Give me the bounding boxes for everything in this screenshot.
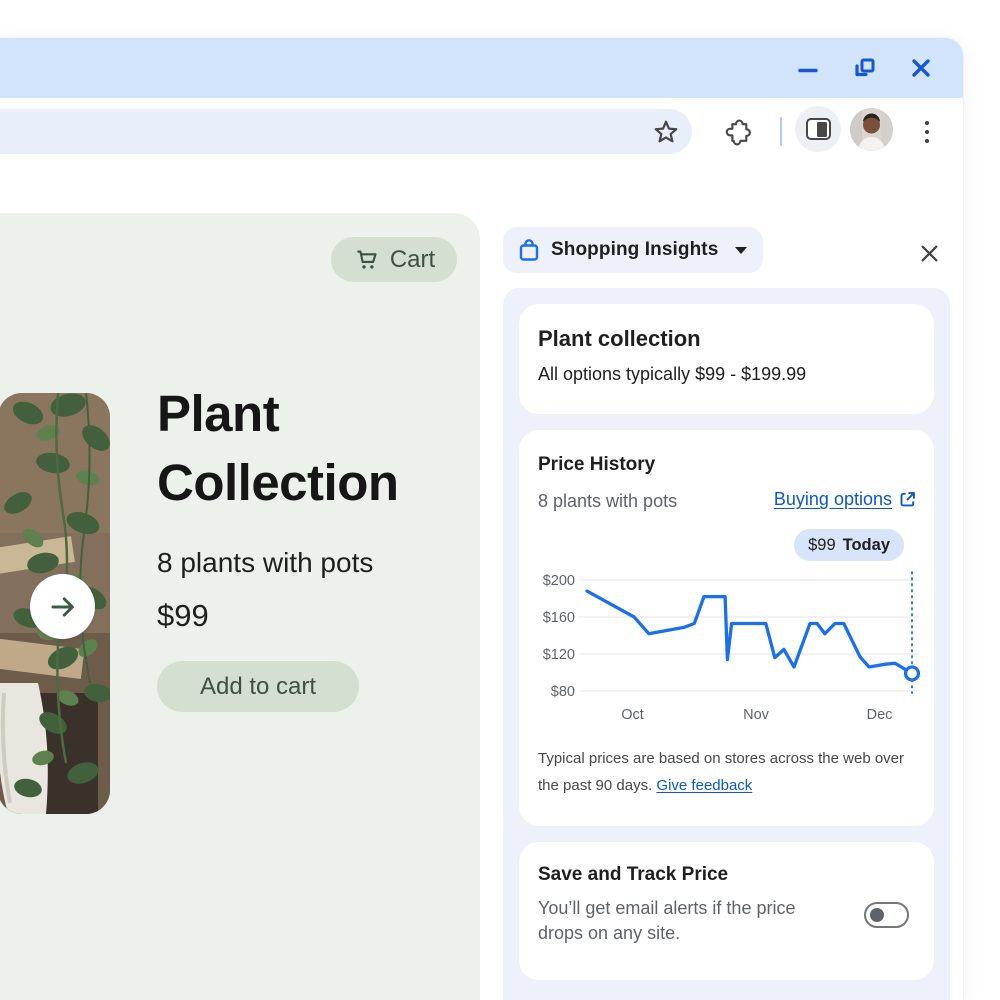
- price-history-chart: $200 $160 $120 $80 Oct Nov Dec: [527, 566, 927, 734]
- close-window-button[interactable]: [899, 38, 943, 98]
- overview-title: Plant collection: [538, 326, 701, 351]
- profile-avatar[interactable]: [850, 108, 893, 151]
- arrow-right-icon: [51, 596, 74, 617]
- panel-title: Shopping Insights: [551, 239, 719, 260]
- browser-toolbar: [0, 98, 963, 165]
- overview-price-range: All options typically $99 - $199.99: [538, 364, 807, 384]
- product-price: $99: [157, 598, 209, 633]
- address-bar[interactable]: [0, 109, 692, 154]
- give-feedback-link[interactable]: Give feedback: [656, 777, 752, 794]
- svg-text:Dec: Dec: [867, 707, 893, 723]
- kebab-dot: [924, 120, 930, 126]
- page-content: Cart Plant Collection 8 plants with pots…: [0, 165, 963, 1000]
- restore-button[interactable]: [842, 38, 886, 98]
- panel-close-icon: [921, 245, 937, 261]
- overview-card: Plant collection All options typically $…: [519, 304, 934, 414]
- minimize-icon: [798, 68, 818, 73]
- buying-options-link[interactable]: Buying options: [774, 489, 917, 510]
- track-price-description: You’ll get email alerts if the price dro…: [538, 898, 796, 943]
- shopping-bag-icon: [519, 239, 539, 261]
- price-history-title: Price History: [538, 454, 656, 475]
- title-bar: [0, 38, 963, 98]
- buying-options-label: Buying options: [773, 489, 892, 509]
- browser-menu-button[interactable]: [916, 114, 938, 150]
- track-price-card: Save and Track Price You’ll get email al…: [519, 842, 934, 980]
- minimize-button[interactable]: [786, 38, 830, 98]
- close-window-icon: [912, 59, 930, 77]
- svg-text:$200: $200: [543, 573, 575, 589]
- track-price-title: Save and Track Price: [538, 864, 729, 885]
- chevron-down-icon: [735, 246, 748, 254]
- today-price-label: Today: [842, 535, 890, 554]
- svg-text:$160: $160: [543, 610, 575, 626]
- add-to-cart-label: Add to cart: [199, 672, 317, 700]
- svg-text:Oct: Oct: [621, 707, 644, 723]
- today-price-badge: $99 Today: [794, 529, 904, 561]
- cart-button[interactable]: Cart: [331, 237, 457, 282]
- panel-close-button[interactable]: [914, 238, 944, 268]
- product-title: Plant Collection: [157, 379, 399, 517]
- product-title-line1: Plant: [157, 385, 280, 442]
- panel-body: Plant collection All options typically $…: [503, 288, 950, 1000]
- product-title-line2: Collection: [157, 454, 399, 511]
- price-history-card: Price History 8 plants with pots Buying …: [519, 430, 934, 826]
- today-price-value: $99: [808, 535, 836, 554]
- side-panel-toggle-button[interactable]: [795, 106, 841, 152]
- bookmark-button[interactable]: [648, 114, 684, 150]
- track-price-toggle[interactable]: [864, 902, 909, 928]
- restore-icon: [854, 58, 874, 76]
- panel-title-dropdown[interactable]: Shopping Insights: [503, 227, 764, 273]
- next-image-button[interactable]: [30, 574, 95, 639]
- avatar-image: [850, 108, 893, 151]
- shopping-insights-panel: Shopping Insights Plant collection All o…: [481, 165, 963, 1000]
- svg-text:$120: $120: [543, 647, 575, 663]
- price-history-subtitle: 8 plants with pots: [538, 491, 678, 511]
- product-subtitle: 8 plants with pots: [157, 547, 374, 578]
- side-panel-icon: [805, 118, 831, 140]
- external-link-icon: [900, 492, 915, 507]
- screenshot-stage: Cart Plant Collection 8 plants with pots…: [0, 0, 1000, 1000]
- chart-disclaimer: Typical prices are based on stores acros…: [538, 745, 920, 799]
- product-page: Cart Plant Collection 8 plants with pots…: [0, 213, 480, 1000]
- star-icon: [654, 120, 678, 143]
- add-to-cart-button[interactable]: Add to cart: [157, 661, 359, 712]
- svg-text:$80: $80: [551, 684, 575, 700]
- browser-window: Cart Plant Collection 8 plants with pots…: [0, 38, 963, 1000]
- toggle-knob: [870, 908, 884, 922]
- svg-text:Nov: Nov: [743, 707, 770, 723]
- cart-icon: [357, 250, 377, 269]
- extensions-button[interactable]: [720, 114, 756, 150]
- kebab-dot: [924, 138, 930, 144]
- extensions-puzzle-icon: [725, 119, 751, 145]
- kebab-dot: [924, 129, 930, 135]
- cart-button-label: Cart: [389, 245, 436, 273]
- toolbar-divider: [780, 117, 782, 146]
